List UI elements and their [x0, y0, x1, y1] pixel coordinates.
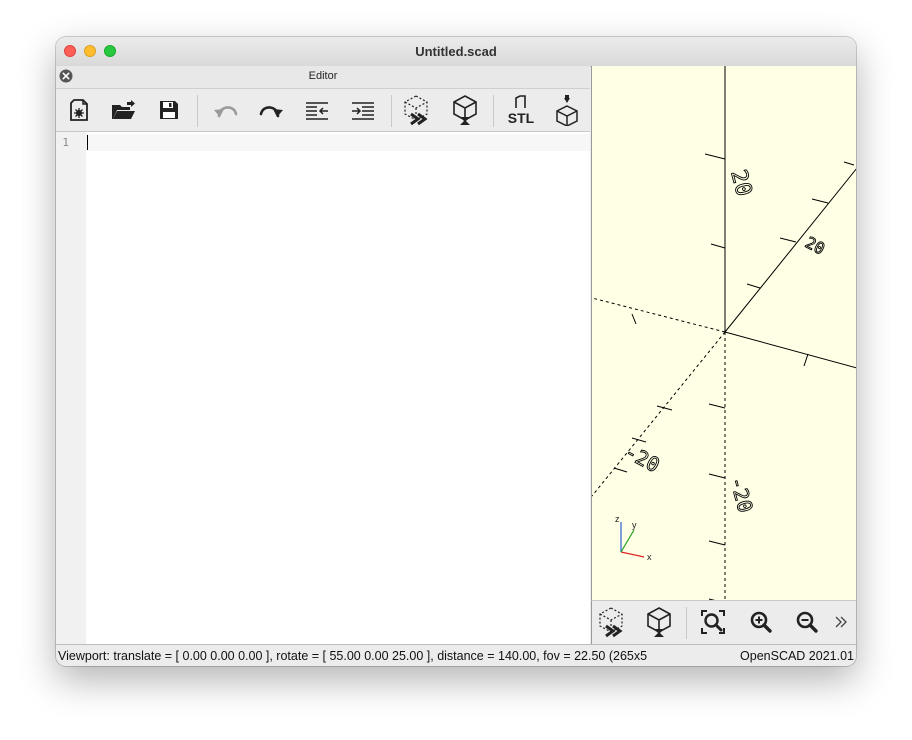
undo-icon[interactable] — [209, 93, 243, 127]
current-line-highlight — [86, 134, 590, 151]
axis-indicator-z: z — [615, 514, 620, 524]
send-to-print-icon[interactable] — [550, 93, 584, 127]
render-icon[interactable] — [448, 93, 482, 127]
y-axis-label-top: 20 — [802, 233, 828, 259]
view-toolbar — [591, 600, 856, 645]
zoom-in-icon[interactable] — [744, 605, 778, 639]
line-number-gutter: 1 — [56, 132, 86, 644]
y-axis-label-bottom: -20 — [621, 439, 664, 477]
indent-icon[interactable] — [346, 93, 380, 127]
editor-toolbar: STL — [56, 89, 590, 132]
y-axis-negative — [592, 331, 726, 497]
toolbar-separator — [197, 95, 198, 127]
toolbar-separator — [493, 95, 494, 127]
editor-dock-header: Editor — [56, 66, 590, 89]
toolbar-separator — [686, 607, 687, 639]
viewport-status: Viewport: translate = [ 0.00 0.00 0.00 ]… — [58, 649, 648, 663]
axis-indicator-x: x — [647, 552, 652, 562]
version-label: OpenSCAD 2021.01 — [740, 649, 854, 663]
title-bar: Untitled.scad — [56, 37, 856, 67]
axis-indicator-y: y — [632, 520, 637, 530]
toolbar-separator — [391, 95, 392, 127]
axes-indicator: z y x — [615, 514, 652, 562]
code-editor[interactable]: 1 — [56, 132, 590, 644]
save-icon[interactable] — [152, 93, 186, 127]
view-all-icon[interactable] — [696, 605, 730, 639]
app-window: Untitled.scad Editor STL 1 20 20 -20 -20… — [56, 37, 856, 666]
window-title: Untitled.scad — [415, 44, 497, 59]
preview-icon[interactable] — [596, 605, 630, 639]
open-folder-icon[interactable] — [106, 93, 140, 127]
new-file-icon[interactable] — [62, 93, 96, 127]
redo-icon[interactable] — [254, 93, 288, 127]
status-bar: Viewport: translate = [ 0.00 0.00 0.00 ]… — [56, 644, 856, 666]
unindent-icon[interactable] — [300, 93, 334, 127]
x-axis-positive — [724, 331, 856, 369]
3d-viewport[interactable]: 20 20 -20 -20 z y x — [591, 66, 856, 600]
zoom-out-icon[interactable] — [790, 605, 824, 639]
z-axis-label-bottom: -20 — [725, 474, 758, 515]
line-number: 1 — [62, 136, 69, 149]
text-caret — [87, 135, 88, 150]
x-axis-negative — [592, 297, 726, 333]
export-stl-icon[interactable]: STL — [504, 93, 538, 127]
editor-title: Editor — [308, 70, 338, 82]
preview-icon[interactable] — [401, 93, 435, 127]
render-icon[interactable] — [642, 605, 676, 639]
stl-label: STL — [508, 110, 535, 126]
more-icon[interactable] — [830, 605, 852, 639]
z-axis-label-top: 20 — [725, 167, 756, 199]
